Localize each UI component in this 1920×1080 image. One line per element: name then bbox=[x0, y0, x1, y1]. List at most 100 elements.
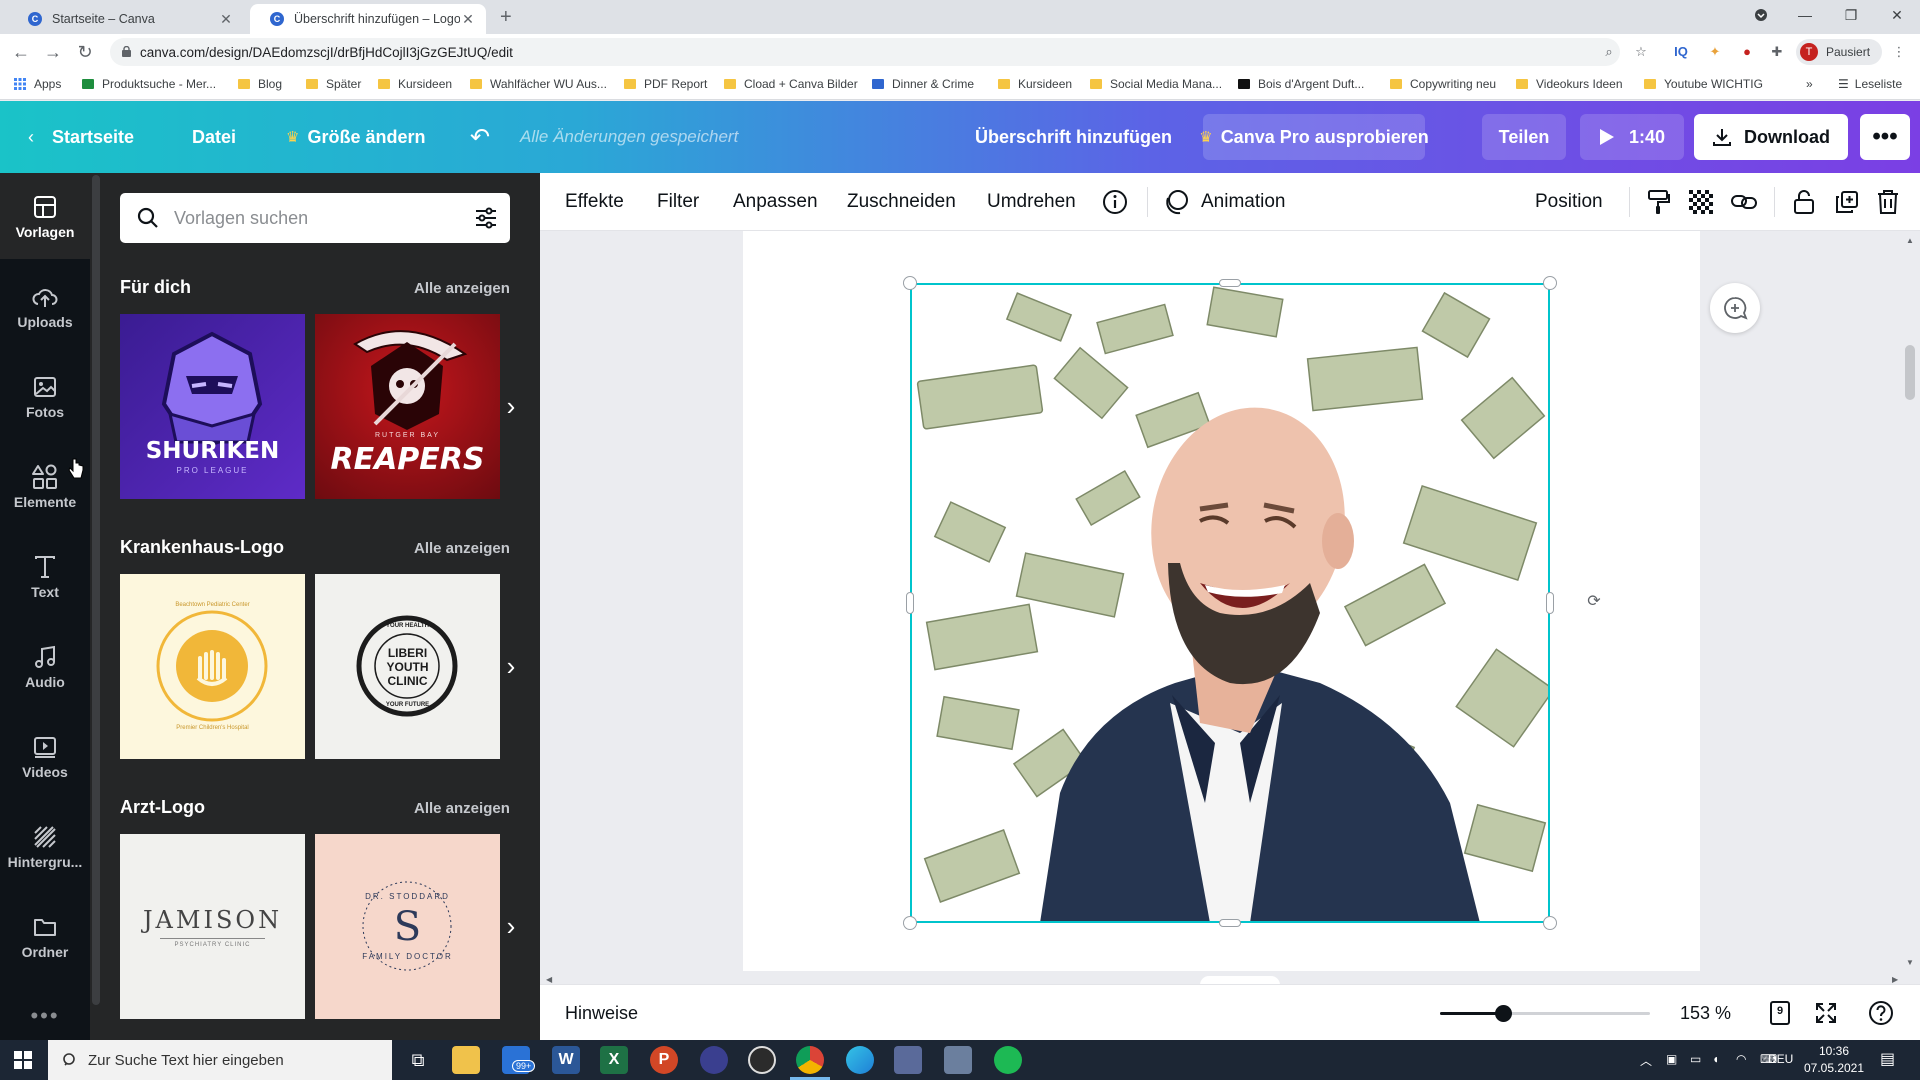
excel-icon[interactable]: X bbox=[600, 1046, 628, 1074]
bookmark-item[interactable]: Copywriting neu bbox=[1390, 77, 1496, 91]
resize-handle-left[interactable] bbox=[906, 592, 914, 614]
chevron-right-icon[interactable]: › bbox=[498, 314, 524, 499]
present-button[interactable]: 1:40 bbox=[1580, 114, 1684, 160]
filter-sliders-icon[interactable] bbox=[474, 206, 498, 230]
resize-handle-bottom[interactable] bbox=[1219, 919, 1241, 927]
home-button[interactable]: ‹ Startseite bbox=[28, 101, 134, 173]
reading-list-button[interactable]: ☰ Leseliste bbox=[1838, 77, 1902, 91]
bookmark-item[interactable]: Social Media Mana... bbox=[1090, 77, 1222, 91]
effects-button[interactable]: Effekte bbox=[565, 173, 624, 231]
close-tab-icon[interactable]: ✕ bbox=[218, 11, 234, 28]
extensions-puzzle-icon[interactable]: ✚ bbox=[1768, 43, 1786, 61]
chevron-right-icon[interactable]: › bbox=[498, 834, 524, 1019]
resize-handle-top-left[interactable] bbox=[903, 276, 917, 290]
back-icon[interactable]: ← bbox=[10, 41, 32, 63]
file-explorer-icon[interactable] bbox=[452, 1046, 480, 1074]
rail-item-videos[interactable]: Videos bbox=[0, 713, 90, 799]
bookmark-item[interactable]: Videokurs Ideen bbox=[1516, 77, 1623, 91]
tray-chevron-icon[interactable]: ︿ bbox=[1640, 1052, 1652, 1069]
panel-scrollbar[interactable] bbox=[92, 175, 100, 1005]
app-icon[interactable] bbox=[894, 1046, 922, 1074]
obs-icon[interactable] bbox=[748, 1046, 776, 1074]
tray-app-icon[interactable]: ▣ bbox=[1666, 1052, 1677, 1066]
filter-button[interactable]: Filter bbox=[657, 173, 699, 231]
task-view-icon[interactable]: ⧉ bbox=[404, 1046, 432, 1074]
adjust-button[interactable]: Anpassen bbox=[733, 173, 818, 231]
wifi-icon[interactable]: ◠ bbox=[1736, 1052, 1746, 1066]
scroll-right-icon[interactable]: ▶ bbox=[1892, 975, 1898, 984]
forward-icon[interactable]: → bbox=[42, 41, 64, 63]
bookmark-item[interactable]: Kursideen bbox=[998, 77, 1072, 91]
resize-handle-bottom-left[interactable] bbox=[903, 916, 917, 930]
bookmark-item[interactable]: Später bbox=[306, 77, 361, 91]
resize-handle-bottom-right[interactable] bbox=[1543, 916, 1557, 930]
info-icon[interactable] bbox=[1101, 188, 1129, 216]
animate-button[interactable]: Animation bbox=[1163, 173, 1286, 231]
bookmark-item[interactable]: Produktsuche - Mer... bbox=[82, 77, 216, 91]
battery-icon[interactable]: ▭ bbox=[1690, 1052, 1701, 1066]
url-field[interactable]: canva.com/design/DAEdomzscjI/drBfjHdCojl… bbox=[110, 38, 1620, 66]
adblock-extension-icon[interactable]: ● bbox=[1738, 43, 1756, 61]
language-indicator[interactable]: DEU bbox=[1768, 1052, 1793, 1066]
bookmark-apps[interactable]: Apps bbox=[14, 77, 61, 91]
mail-icon[interactable]: 99+ bbox=[502, 1046, 536, 1074]
minimize-window-icon[interactable]: — bbox=[1782, 0, 1828, 30]
reload-icon[interactable]: ↻ bbox=[74, 41, 96, 63]
see-all-hospital-link[interactable]: Alle anzeigen bbox=[414, 540, 510, 557]
bookmark-item[interactable]: Wahlfächer WU Aus... bbox=[470, 77, 607, 91]
template-thumb-shuriken[interactable]: SHURIKEN PRO LEAGUE bbox=[120, 314, 305, 499]
more-bookmarks-icon[interactable]: » bbox=[1806, 77, 1813, 91]
browser-menu-icon[interactable]: ⋮ bbox=[1890, 43, 1908, 61]
powerpoint-icon[interactable]: P bbox=[650, 1046, 678, 1074]
rail-item-photos[interactable]: Fotos bbox=[0, 353, 90, 439]
template-thumb-jamison[interactable]: JAMISON PSYCHIATRY CLINIC bbox=[120, 834, 305, 1019]
more-options-button[interactable]: ••• bbox=[1860, 114, 1910, 160]
spotify-icon[interactable] bbox=[994, 1046, 1022, 1074]
zoom-icon[interactable]: ⌕ bbox=[1600, 43, 1618, 61]
notifications-icon[interactable]: ▤ bbox=[1880, 1049, 1895, 1069]
resize-handle-top[interactable] bbox=[1219, 279, 1241, 287]
resize-button[interactable]: ♛ Größe ändern bbox=[286, 101, 425, 173]
bookmark-item[interactable]: PDF Report bbox=[624, 77, 707, 91]
bookmark-item[interactable]: Dinner & Crime bbox=[872, 77, 974, 91]
clock[interactable]: 10:36 07.05.2021 bbox=[1800, 1043, 1868, 1077]
fullscreen-icon[interactable] bbox=[1812, 999, 1840, 1027]
zoom-slider[interactable] bbox=[1440, 1005, 1650, 1022]
scroll-down-icon[interactable]: ▼ bbox=[1906, 958, 1914, 967]
try-pro-button[interactable]: ♛ Canva Pro ausprobieren bbox=[1199, 114, 1429, 160]
extension-iq-icon[interactable]: IQ bbox=[1672, 43, 1690, 61]
template-thumb-pediatric[interactable]: Beachtown Pediatric Center Premier Child… bbox=[120, 574, 305, 759]
app-icon[interactable] bbox=[944, 1046, 972, 1074]
resize-handle-right[interactable] bbox=[1546, 592, 1554, 614]
rail-item-folder[interactable]: Ordner bbox=[0, 893, 90, 979]
template-thumb-liberi[interactable]: YOUR HEALTH LIBERI YOUTH CLINIC YOUR FUT… bbox=[315, 574, 500, 759]
bookmark-item[interactable]: Cload + Canva Bilder bbox=[724, 77, 858, 91]
extension-icon[interactable]: ✦ bbox=[1706, 43, 1724, 61]
windows-start-icon[interactable] bbox=[14, 1051, 32, 1069]
undo-icon[interactable]: ↶ bbox=[470, 101, 490, 173]
resize-handle-top-right[interactable] bbox=[1543, 276, 1557, 290]
trash-icon[interactable] bbox=[1874, 188, 1902, 216]
lock-icon[interactable] bbox=[1790, 188, 1818, 216]
tab-search-icon[interactable] bbox=[1738, 0, 1784, 30]
chrome-icon[interactable] bbox=[796, 1046, 824, 1074]
file-menu-button[interactable]: Datei bbox=[192, 101, 236, 173]
new-tab-icon[interactable]: + bbox=[500, 6, 512, 29]
rail-item-background[interactable]: Hintergru... bbox=[0, 803, 90, 889]
restore-window-icon[interactable]: ❐ bbox=[1828, 0, 1874, 30]
rail-item-uploads[interactable]: Uploads bbox=[0, 263, 90, 349]
bookmark-item[interactable]: Bois d'Argent Duft... bbox=[1238, 77, 1364, 91]
bookmark-item[interactable]: Youtube WICHTIG bbox=[1644, 77, 1763, 91]
zoom-level-button[interactable]: 153 % bbox=[1680, 985, 1731, 1041]
browser-tab-design[interactable]: C Überschrift hinzufügen – Logo ✕ bbox=[250, 4, 486, 34]
design-title[interactable]: Überschrift hinzufügen bbox=[975, 101, 1172, 173]
more-apps-icon[interactable]: ••• bbox=[0, 1003, 90, 1029]
bookmark-item[interactable]: Kursideen bbox=[378, 77, 452, 91]
template-thumb-stoddard[interactable]: DR. STODDARD S FAMILY DOCTOR bbox=[315, 834, 500, 1019]
volume-icon[interactable]: ◖ bbox=[1712, 1052, 1719, 1066]
duplicate-icon[interactable] bbox=[1833, 188, 1861, 216]
template-search-input[interactable]: Vorlagen suchen bbox=[120, 193, 510, 243]
crop-button[interactable]: Zuschneiden bbox=[847, 173, 956, 231]
flip-button[interactable]: Umdrehen bbox=[987, 173, 1076, 231]
canvas-vertical-scrollbar[interactable] bbox=[1905, 345, 1915, 400]
